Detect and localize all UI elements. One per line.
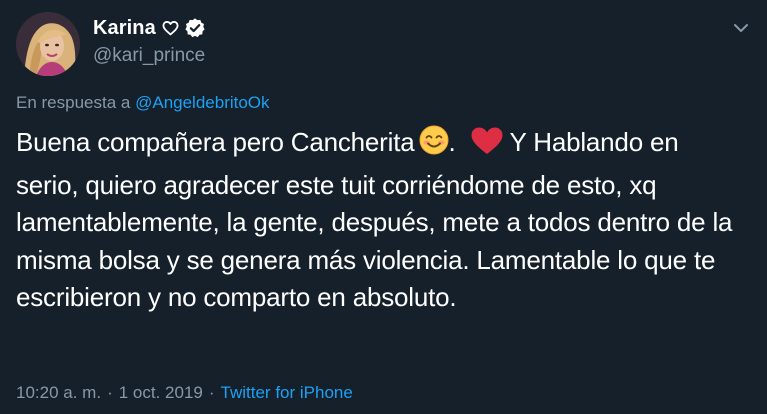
tweet-source-link[interactable]: Twitter for iPhone (221, 383, 353, 403)
verified-badge-icon (184, 17, 206, 39)
user-handle[interactable]: @kari_prince (93, 45, 206, 67)
chevron-down-icon[interactable] (731, 18, 751, 38)
name-row: Karina (93, 14, 206, 42)
tweet-date[interactable]: 1 oct. 2019 (119, 383, 203, 403)
tweet-text-period: . (448, 127, 456, 157)
red-heart-emoji (470, 126, 504, 167)
tweet-footer: 10:20 a. m. · 1 oct. 2019 · Twitter for … (16, 383, 353, 403)
tweet-time[interactable]: 10:20 a. m. (16, 383, 101, 403)
avatar[interactable] (16, 12, 80, 76)
reply-prefix: En respuesta a (16, 93, 131, 112)
tweet-card: Karina @kari_prince En respuesta a @Ange… (0, 0, 767, 414)
reply-context: En respuesta a @AngeldebritoOk (16, 93, 270, 113)
tweet-header: Karina @kari_prince (93, 14, 206, 67)
tweet-text: Buena compañera pero Cancherita. Y Hablan… (16, 124, 746, 317)
smiling-face-emoji (419, 125, 449, 166)
tweet-text-part1: Buena compañera pero Cancherita (16, 127, 415, 157)
heart-outline-icon (162, 20, 179, 36)
separator: · (107, 383, 113, 402)
separator: · (208, 383, 215, 402)
reply-mention-link[interactable]: @AngeldebritoOk (135, 93, 269, 112)
display-name[interactable]: Karina (93, 17, 156, 40)
